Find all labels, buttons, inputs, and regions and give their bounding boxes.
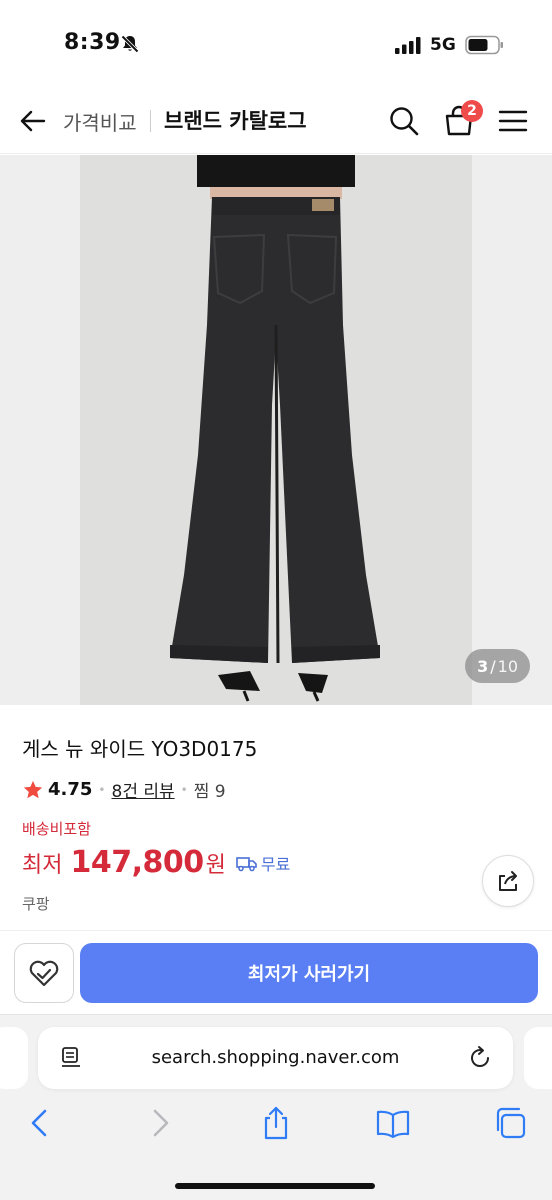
dot-divider: • (180, 782, 188, 797)
back-arrow-icon[interactable] (18, 106, 48, 136)
page-title: 브랜드 카탈로그 (164, 109, 307, 133)
purchase-action-bar: 최저가 사러가기 (0, 930, 552, 1014)
share-icon (499, 871, 517, 891)
product-image-carousel[interactable]: 3 / 10 (0, 155, 552, 705)
share-button[interactable] (482, 855, 534, 907)
buy-lowest-price-button[interactable]: 최저가 사러가기 (80, 943, 538, 1003)
price-value: 147,800 (70, 845, 204, 880)
app-header: 가격비교 브랜드 카탈로그 2 (0, 90, 552, 154)
previous-tab-peek[interactable] (0, 1027, 28, 1089)
tabs-icon[interactable] (492, 1105, 528, 1141)
home-indicator (175, 1183, 375, 1189)
dot-divider: • (98, 782, 106, 797)
back-chevron-icon[interactable] (22, 1105, 58, 1141)
search-icon[interactable] (388, 105, 420, 137)
lowest-price-label: 최저 (22, 853, 63, 878)
browser-toolbar: search.shopping.naver.com (0, 1014, 552, 1200)
rating-row: 4.75 • 8건 리뷰 • 찜 9 (22, 777, 226, 802)
rating-value: 4.75 (48, 779, 93, 800)
share-sheet-icon[interactable] (258, 1105, 294, 1141)
seller-name: 쿠팡 (22, 895, 50, 913)
product-name: 게스 뉴 와이드 YO3D0175 (22, 737, 258, 761)
heart-check-icon (29, 960, 59, 987)
free-delivery-label: 무료 (260, 854, 291, 874)
forward-chevron-icon[interactable] (142, 1105, 178, 1141)
bookmarks-book-icon[interactable] (375, 1105, 411, 1141)
wish-count: 찜 9 (193, 782, 226, 802)
cart-count-badge: 2 (461, 100, 483, 122)
product-photo (0, 155, 552, 705)
image-counter: 3 / 10 (465, 649, 530, 683)
image-current-index: 3 (477, 656, 489, 676)
product-info: 게스 뉴 와이드 YO3D0175 4.75 • 8건 리뷰 • 찜 9 배송비… (0, 705, 552, 930)
hamburger-menu-icon[interactable] (498, 108, 528, 134)
reload-icon[interactable] (467, 1045, 493, 1071)
breadcrumb-price-compare[interactable]: 가격비교 (63, 107, 137, 136)
wish-button[interactable] (14, 943, 74, 1003)
image-total-count: 10 (497, 656, 518, 676)
next-tab-peek[interactable] (524, 1027, 552, 1089)
shipping-included-note: 배송비포함 (22, 820, 92, 838)
battery-icon (465, 35, 503, 55)
status-time: 8:39 (64, 30, 121, 55)
network-label: 5G (430, 35, 456, 55)
bell-slash-icon (121, 35, 139, 53)
review-count-link[interactable]: 8건 리뷰 (112, 777, 175, 802)
delivery-truck-icon (236, 856, 257, 871)
status-bar: 8:39 5G (0, 0, 552, 90)
breadcrumb-divider (150, 110, 151, 132)
star-icon (23, 780, 43, 798)
address-bar[interactable]: search.shopping.naver.com (38, 1027, 513, 1089)
cellular-signal-icon (395, 37, 421, 54)
price-unit: 원 (205, 853, 226, 878)
image-counter-separator: / (490, 656, 496, 676)
price-row: 최저 147,800 원 무료 (22, 845, 290, 880)
url-text: search.shopping.naver.com (151, 1047, 400, 1068)
